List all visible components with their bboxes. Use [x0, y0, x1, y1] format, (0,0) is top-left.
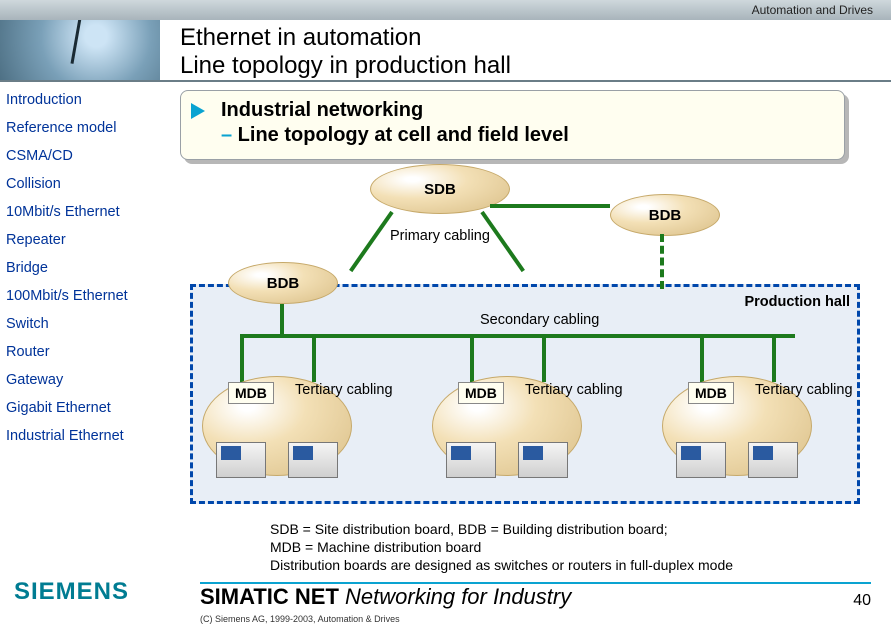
dash-icon: – — [221, 124, 232, 146]
sidebar-item-reference-model[interactable]: Reference model — [0, 114, 170, 142]
device-icon — [676, 442, 726, 478]
legend-line-2: MDB = Machine distribution board — [270, 538, 733, 556]
title-line-2: Line topology in production hall — [180, 52, 511, 80]
content-area: Industrial networking – Line topology at… — [180, 90, 880, 514]
abbreviation-legend: SDB = Site distribution board, BDB = Bui… — [270, 520, 733, 574]
arrow-icon — [191, 103, 205, 119]
sidebar-item-gigabit[interactable]: Gigabit Ethernet — [0, 394, 170, 422]
sidebar-item-router[interactable]: Router — [0, 338, 170, 366]
callout-subtitle-text: Line topology at cell and field level — [232, 124, 569, 146]
sidebar-nav: Introduction Reference model CSMA/CD Col… — [0, 86, 170, 450]
topology-diagram: SDB BDB Primary cabling Production hall … — [180, 164, 870, 514]
mdb-label-3: MDB — [688, 382, 734, 404]
legend-line-1: SDB = Site distribution board, BDB = Bui… — [270, 520, 733, 538]
title-line-1: Ethernet in automation — [180, 24, 511, 52]
sidebar-item-10mbit[interactable]: 10Mbit/s Ethernet — [0, 198, 170, 226]
sidebar-item-switch[interactable]: Switch — [0, 310, 170, 338]
callout-title: Industrial networking — [221, 99, 828, 122]
device-icon — [446, 442, 496, 478]
tertiary-label-1: Tertiary cabling — [295, 382, 393, 398]
device-icon — [518, 442, 568, 478]
page-number: 40 — [853, 592, 871, 610]
sidebar-item-repeater[interactable]: Repeater — [0, 226, 170, 254]
top-bar: Automation and Drives — [0, 0, 891, 20]
production-hall-label: Production hall — [744, 294, 850, 310]
siemens-logo: SIEMENS — [14, 578, 129, 606]
tertiary-label-2: Tertiary cabling — [525, 382, 623, 398]
mdb-label-2: MDB — [458, 382, 504, 404]
callout-subtitle: – Line topology at cell and field level — [221, 124, 828, 147]
footer-title-rest: Networking for Industry — [339, 584, 571, 609]
footer-title: SIMATIC NET Networking for Industry — [200, 584, 571, 610]
sidebar-item-gateway[interactable]: Gateway — [0, 366, 170, 394]
footer-title-bold: SIMATIC NET — [200, 584, 339, 609]
slide-header: Ethernet in automation Line topology in … — [0, 20, 891, 82]
bdb-node-right: BDB — [610, 194, 720, 236]
primary-cabling-label: Primary cabling — [390, 228, 490, 244]
mdb-label-1: MDB — [228, 382, 274, 404]
sdb-node: SDB — [370, 164, 510, 214]
sidebar-item-csma-cd[interactable]: CSMA/CD — [0, 142, 170, 170]
callout-box: Industrial networking – Line topology at… — [180, 90, 845, 160]
sidebar-item-introduction[interactable]: Introduction — [0, 86, 170, 114]
sidebar-item-bridge[interactable]: Bridge — [0, 254, 170, 282]
sidebar-item-100mbit[interactable]: 100Mbit/s Ethernet — [0, 282, 170, 310]
bdb-node-left: BDB — [228, 262, 338, 304]
sidebar-item-collision[interactable]: Collision — [0, 170, 170, 198]
device-icon — [288, 442, 338, 478]
header-image — [0, 20, 160, 82]
copyright-text: (C) Siemens AG, 1999-2003, Automation & … — [200, 614, 400, 624]
legend-line-3: Distribution boards are designed as swit… — [270, 556, 733, 574]
device-icon — [748, 442, 798, 478]
device-icon — [216, 442, 266, 478]
tertiary-label-3: Tertiary cabling — [755, 382, 853, 398]
secondary-cabling-label: Secondary cabling — [480, 312, 599, 328]
sidebar-item-industrial-ethernet[interactable]: Industrial Ethernet — [0, 422, 170, 450]
